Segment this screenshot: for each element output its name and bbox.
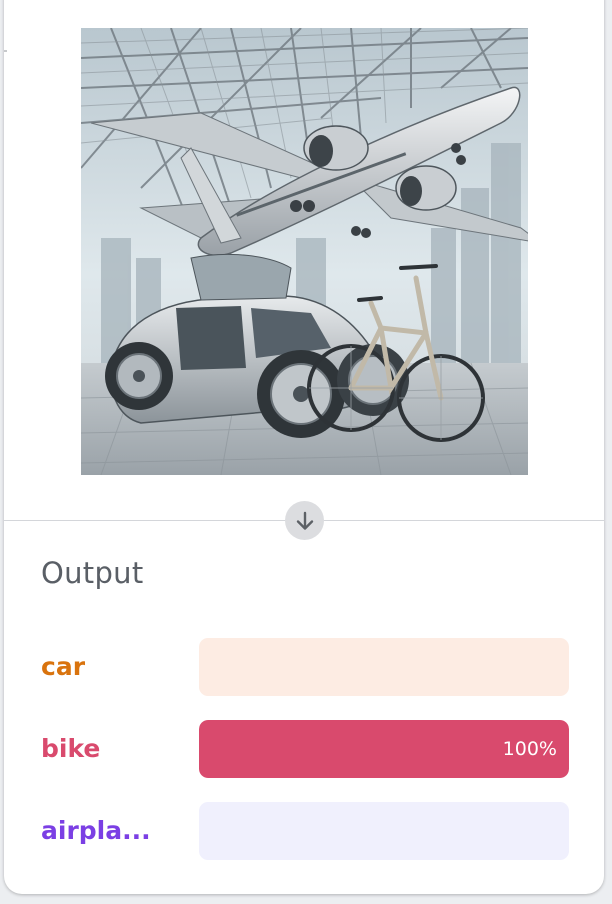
- prediction-label-airplane: airpla...: [41, 816, 151, 845]
- prediction-label-car: car: [41, 652, 86, 681]
- input-image: [81, 28, 528, 475]
- prediction-bar-airplane: [199, 802, 569, 860]
- prediction-bar-car: [199, 638, 569, 696]
- prediction-bar-bike: 100%: [199, 720, 569, 778]
- prediction-score-bike: 100%: [502, 738, 557, 760]
- arrow-down-icon: [296, 511, 313, 530]
- input-image-illustration: [81, 28, 528, 475]
- edge-mark: [4, 50, 7, 52]
- output-title: Output: [41, 556, 144, 590]
- prediction-label-bike: bike: [41, 734, 101, 763]
- classifier-card: Output car bike 100% airpla...: [4, 0, 604, 894]
- flow-arrow: [285, 501, 324, 540]
